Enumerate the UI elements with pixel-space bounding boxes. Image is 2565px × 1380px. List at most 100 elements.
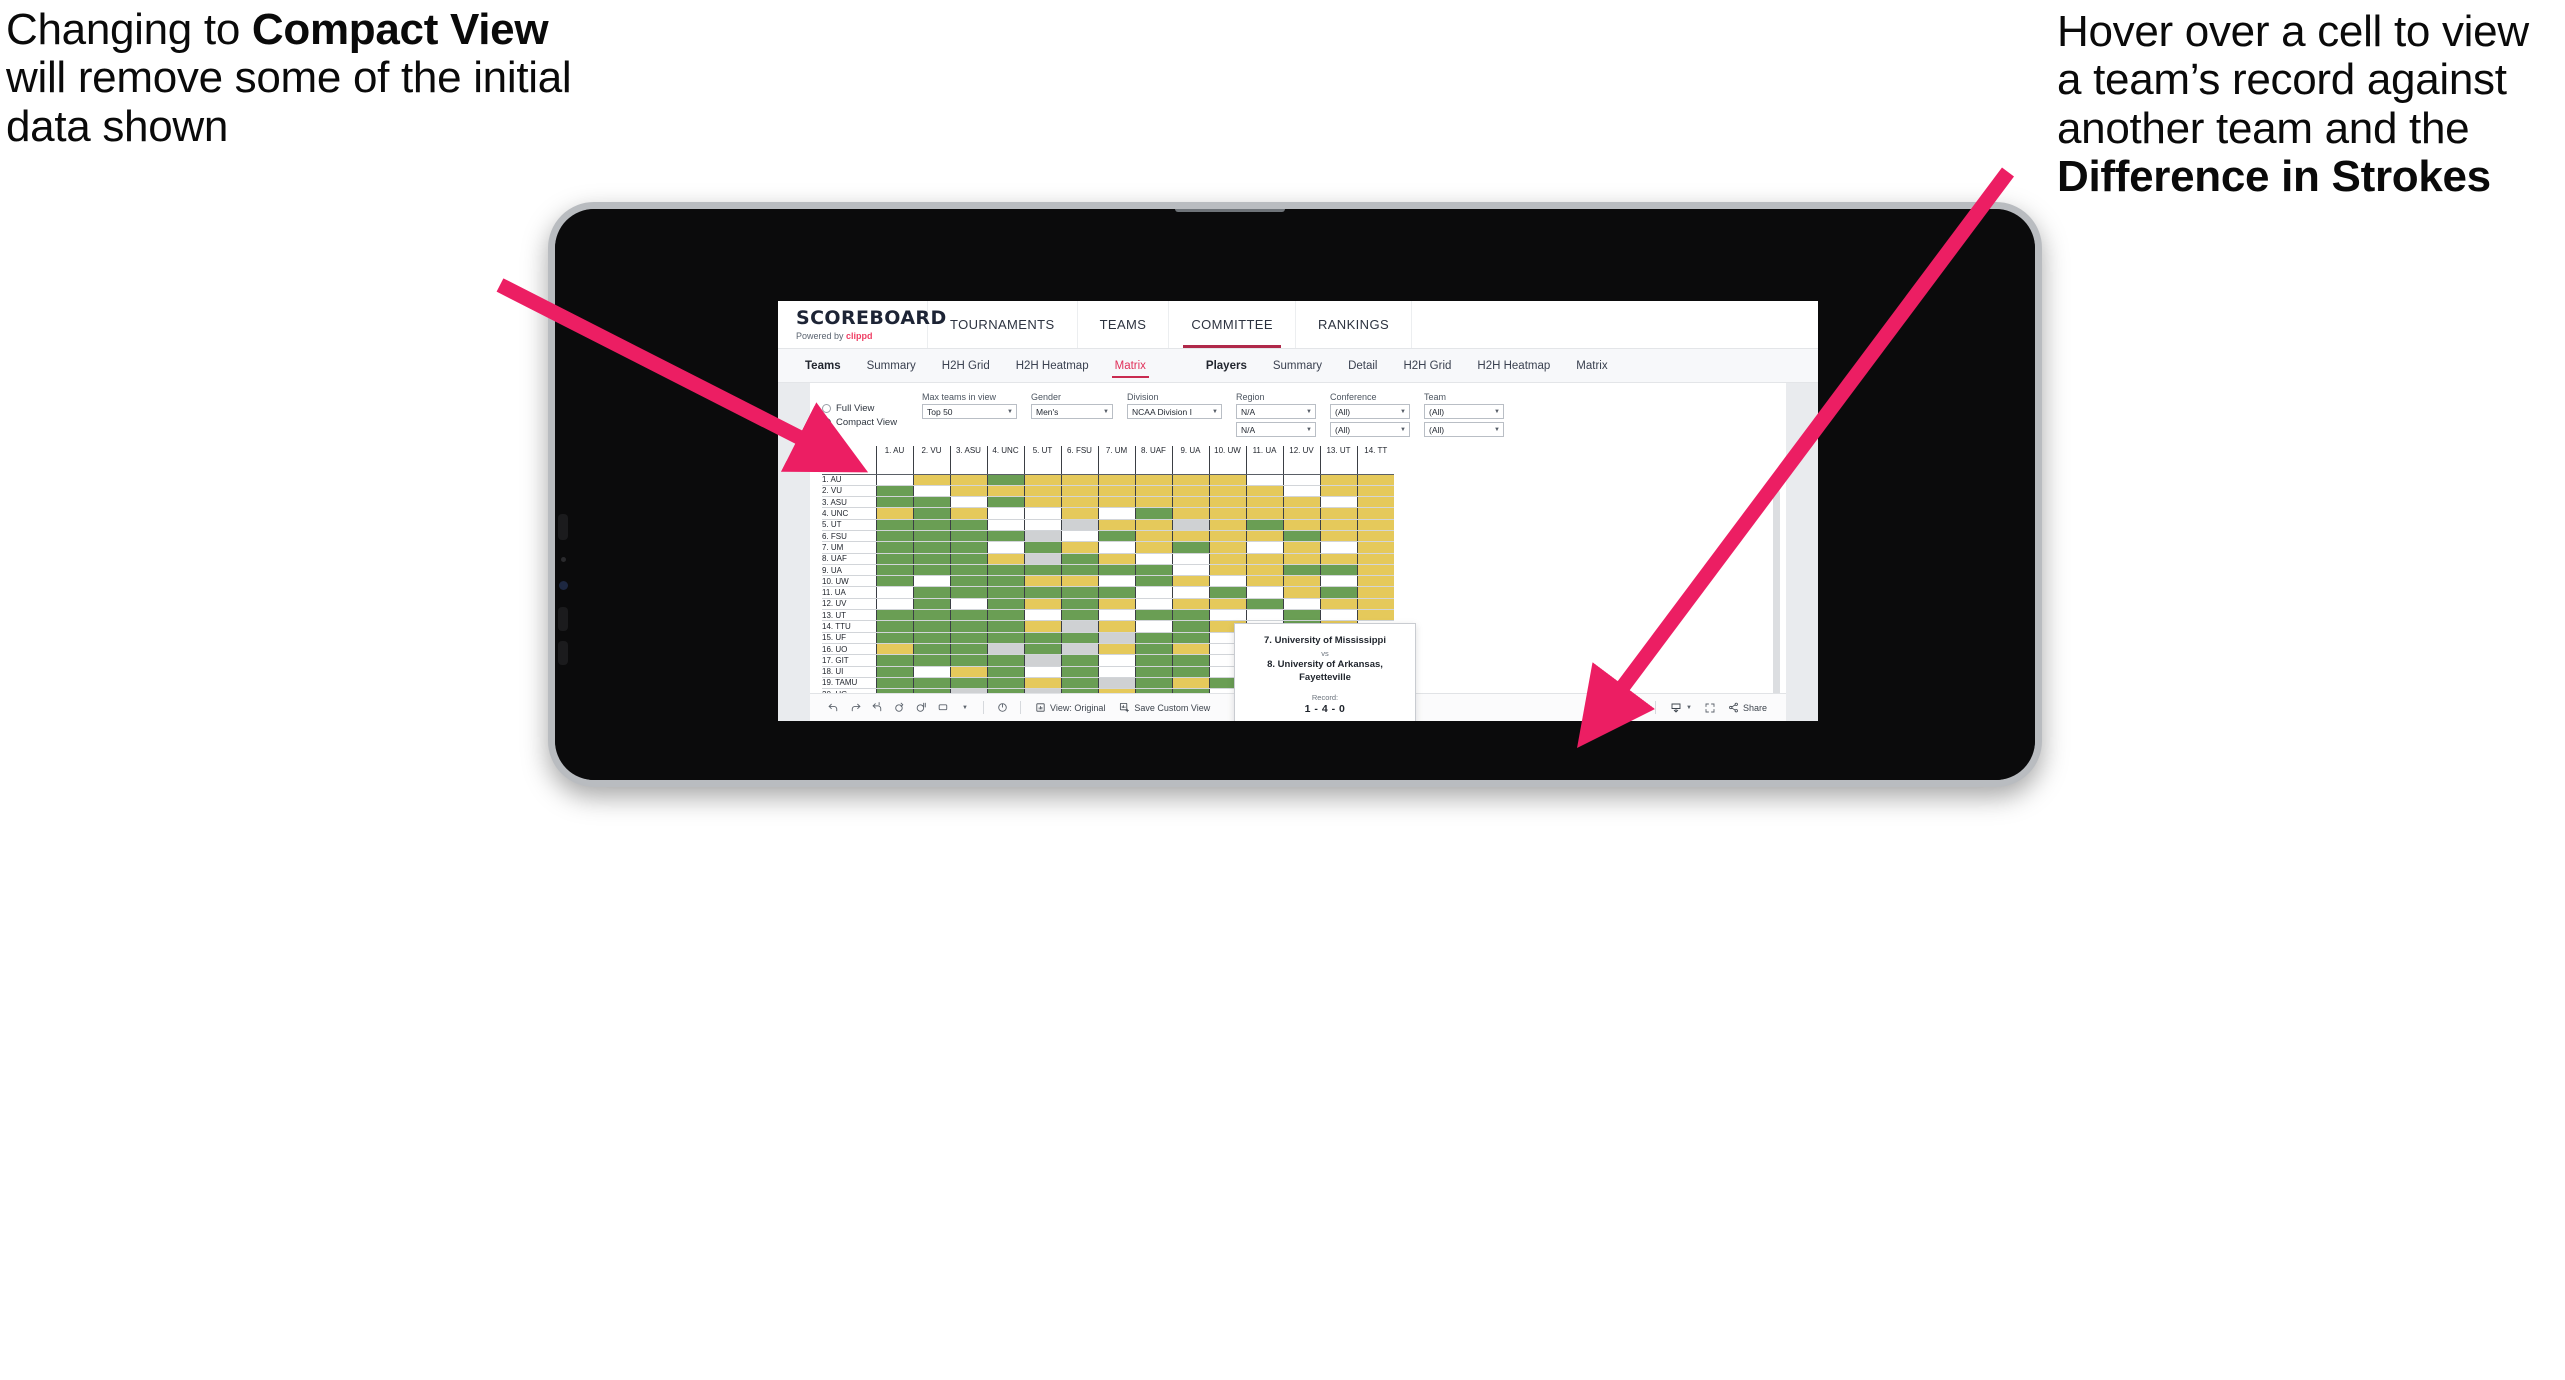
- matrix-column-header[interactable]: 14. TT: [1356, 446, 1394, 475]
- matrix-cell[interactable]: [1023, 575, 1061, 588]
- matrix-cell[interactable]: [1171, 666, 1209, 678]
- matrix-cell[interactable]: [949, 666, 987, 678]
- matrix-cell[interactable]: [1134, 507, 1172, 520]
- subnav-item-teams-h2h-heatmap[interactable]: H2H Heatmap: [1003, 349, 1102, 382]
- volume-up-button[interactable]: [558, 607, 568, 631]
- matrix-cell[interactable]: [1060, 598, 1098, 611]
- matrix-cell[interactable]: [949, 553, 987, 565]
- matrix-cell[interactable]: [1282, 586, 1320, 599]
- revert-icon[interactable]: [866, 697, 888, 719]
- matrix-cell[interactable]: [1134, 519, 1172, 531]
- matrix-cell[interactable]: [949, 632, 987, 644]
- matrix-cell[interactable]: [912, 519, 950, 531]
- matrix-cell[interactable]: [1282, 575, 1320, 588]
- topnav-item-teams[interactable]: TEAMS: [1078, 301, 1170, 348]
- matrix-cell[interactable]: [1282, 530, 1320, 543]
- matrix-cell[interactable]: [949, 677, 987, 690]
- matrix-cell[interactable]: [1060, 677, 1098, 690]
- download-button[interactable]: ▼: [1663, 697, 1699, 719]
- matrix-row-header[interactable]: 15. UF: [822, 632, 876, 644]
- matrix-cell[interactable]: [1208, 598, 1246, 611]
- matrix-column-header[interactable]: 5. UT: [1023, 446, 1061, 475]
- matrix-cell[interactable]: [1171, 474, 1209, 486]
- matrix-cell[interactable]: [1134, 620, 1172, 633]
- matrix-cell[interactable]: [986, 519, 1024, 531]
- matrix-row-header[interactable]: 19. TAMU: [822, 677, 876, 690]
- matrix-cell[interactable]: [875, 575, 913, 588]
- select-division[interactable]: NCAA Division I ▼: [1127, 404, 1222, 419]
- matrix-cell[interactable]: [1023, 598, 1061, 611]
- matrix-cell[interactable]: [1097, 654, 1135, 667]
- matrix-cell[interactable]: [1208, 609, 1246, 622]
- matrix-cell[interactable]: [1023, 620, 1061, 633]
- scrollbar-thumb[interactable]: [1773, 490, 1780, 712]
- matrix-row-header[interactable]: 14. TTU: [822, 620, 876, 633]
- matrix-cell[interactable]: [986, 677, 1024, 690]
- matrix-cell[interactable]: [1060, 496, 1098, 509]
- matrix-cell[interactable]: [1060, 620, 1098, 633]
- matrix-cell[interactable]: [1282, 553, 1320, 565]
- matrix-cell[interactable]: [1208, 530, 1246, 543]
- matrix-cell[interactable]: [1208, 541, 1246, 554]
- matrix-cell[interactable]: [1208, 564, 1246, 577]
- matrix-cell[interactable]: [1097, 564, 1135, 577]
- matrix-cell[interactable]: [1208, 485, 1246, 498]
- matrix-cell[interactable]: [1023, 519, 1061, 531]
- matrix-cell[interactable]: [1245, 598, 1283, 611]
- matrix-cell[interactable]: [875, 541, 913, 554]
- matrix-cell[interactable]: [875, 586, 913, 599]
- matrix-cell[interactable]: [1134, 553, 1172, 565]
- matrix-cell[interactable]: [1097, 575, 1135, 588]
- matrix-cell[interactable]: [912, 553, 950, 565]
- matrix-cell[interactable]: [1023, 609, 1061, 622]
- matrix-cell[interactable]: [1319, 586, 1357, 599]
- matrix-cell[interactable]: [949, 530, 987, 543]
- matrix-cell[interactable]: [986, 586, 1024, 599]
- matrix-cell[interactable]: [1171, 564, 1209, 577]
- matrix-cell[interactable]: [1097, 632, 1135, 644]
- matrix-cell[interactable]: [1023, 677, 1061, 690]
- matrix-cell[interactable]: [912, 677, 950, 690]
- matrix-cell[interactable]: [912, 643, 950, 656]
- matrix-cell[interactable]: [1097, 507, 1135, 520]
- matrix-cell[interactable]: [875, 530, 913, 543]
- matrix-cell[interactable]: [949, 564, 987, 577]
- matrix-cell[interactable]: [986, 507, 1024, 520]
- matrix-cell[interactable]: [1319, 553, 1357, 565]
- pause-auto-update-icon[interactable]: [910, 697, 932, 719]
- matrix-cell[interactable]: [1097, 666, 1135, 678]
- matrix-cell[interactable]: [1134, 666, 1172, 678]
- matrix-cell[interactable]: [875, 485, 913, 498]
- matrix-cell[interactable]: [1356, 530, 1394, 543]
- matrix-cell[interactable]: [1319, 541, 1357, 554]
- matrix-cell[interactable]: [949, 654, 987, 667]
- matrix-cell[interactable]: [1023, 507, 1061, 520]
- matrix-cell[interactable]: [1171, 485, 1209, 498]
- matrix-cell[interactable]: [1245, 586, 1283, 599]
- matrix-cell[interactable]: [1356, 575, 1394, 588]
- matrix-cell[interactable]: [1356, 541, 1394, 554]
- select-region-primary[interactable]: N/A ▼: [1236, 404, 1316, 419]
- matrix-row-header[interactable]: 4. UNC: [822, 507, 876, 520]
- topnav-item-committee[interactable]: COMMITTEE: [1169, 301, 1296, 348]
- matrix-row-header[interactable]: 1. AU: [822, 474, 876, 486]
- matrix-cell[interactable]: [949, 541, 987, 554]
- matrix-cell[interactable]: [1356, 519, 1394, 531]
- select-max-teams[interactable]: Top 50 ▼: [922, 404, 1017, 419]
- matrix-cell[interactable]: [912, 474, 950, 486]
- matrix-cell[interactable]: [1356, 598, 1394, 611]
- matrix-cell[interactable]: [1356, 586, 1394, 599]
- matrix-cell[interactable]: [1097, 643, 1135, 656]
- matrix-row-header[interactable]: 6. FSU: [822, 530, 876, 543]
- matrix-cell[interactable]: [1245, 485, 1283, 498]
- matrix-cell[interactable]: [1023, 632, 1061, 644]
- matrix-cell[interactable]: [875, 620, 913, 633]
- matrix-cell[interactable]: [875, 519, 913, 531]
- matrix-cell[interactable]: [912, 541, 950, 554]
- matrix-cell[interactable]: [1060, 643, 1098, 656]
- matrix-cell[interactable]: [1208, 507, 1246, 520]
- matrix-cell[interactable]: [1134, 586, 1172, 599]
- matrix-column-header[interactable]: 10. UW: [1208, 446, 1246, 475]
- matrix-cell[interactable]: [1060, 485, 1098, 498]
- matrix-cell[interactable]: [1245, 507, 1283, 520]
